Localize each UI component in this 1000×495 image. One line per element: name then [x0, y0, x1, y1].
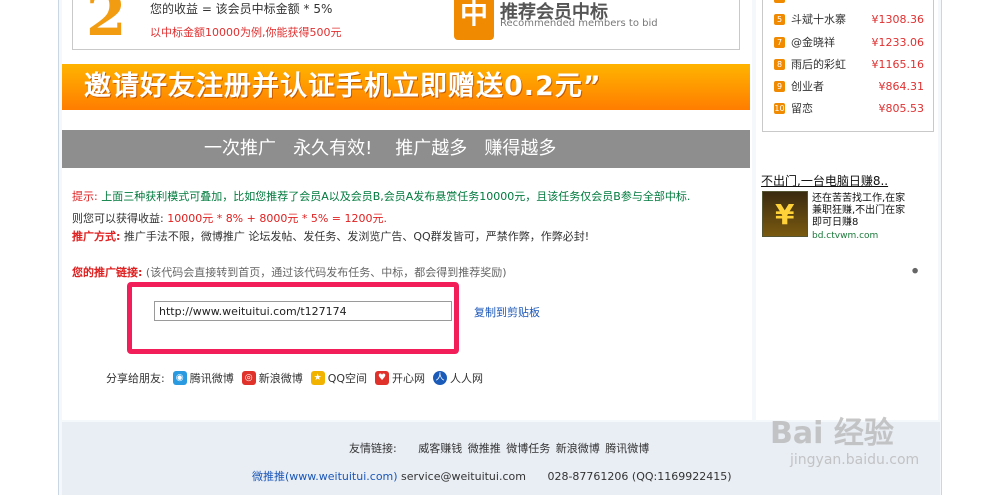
rank-name: 斗斌十水寨	[791, 13, 846, 26]
share-sina-weibo[interactable]: ◎ 新浪微博	[241, 370, 303, 386]
share-item-label: 人人网	[450, 372, 484, 385]
ranking-cutoff-row	[774, 0, 924, 4]
ad-url[interactable]: bd.ctvwm.com	[812, 231, 878, 241]
kaixin-icon: ♥	[375, 371, 390, 385]
rank-amount: ¥1233.06	[871, 35, 925, 49]
rank-amount: ¥805.53	[878, 101, 925, 115]
ranking-row[interactable]: 8 雨后的彩虹 ¥1165.16	[774, 53, 924, 75]
friend-links-label: 友情链接:	[349, 442, 397, 455]
footer-phone: 028-87761206 (QQ:1169922415)	[547, 470, 732, 483]
promo-link-label-row: 您的推广链接: (该代码会直接转到首页，通过该代码发布任务、中标，都会得到推荐奖…	[72, 264, 506, 280]
earn-prefix: 则您可以获得收益:	[72, 212, 168, 225]
renren-icon: 人	[433, 371, 448, 385]
share-tencent-weibo[interactable]: ◉ 腾讯微博	[172, 370, 234, 386]
share-item-label: 新浪微博	[258, 372, 303, 385]
rank-name: @金晓祥	[791, 36, 835, 49]
rank-number-icon: 7	[774, 36, 785, 48]
rank-name: 雨后的彩虹	[791, 58, 846, 71]
friend-link[interactable]: 腾讯微博	[605, 442, 649, 455]
footer-info: 微推推(www.weituitui.com) service@weituitui…	[252, 468, 732, 484]
rank-number-icon: 5	[774, 13, 785, 25]
ad-image[interactable]	[762, 191, 808, 237]
friend-link[interactable]: 威客赚钱	[418, 442, 462, 455]
baidu-watermark: Bai 经验	[770, 416, 894, 451]
promo-subtitle: Recommended members to bid	[500, 18, 658, 29]
earnings-step-number: 2	[86, 0, 127, 49]
rank-number-icon: 9	[774, 80, 785, 92]
invite-banner[interactable]: 邀请好友注册并认证手机立即赠送0.2元”	[62, 64, 750, 110]
rank-amount: ¥864.31	[878, 79, 925, 93]
rank-name: 留恋	[791, 102, 813, 115]
rank-amount: ¥1165.16	[871, 57, 925, 71]
promo-link-input[interactable]	[154, 301, 452, 321]
promo-badge-icon: 中	[454, 0, 494, 40]
ranking-row[interactable]: 10 留恋 ¥805.53	[774, 97, 924, 119]
share-row: 分享给朋友: ◉ 腾讯微博 ◎ 新浪微博 ★ QQ空间 ♥ 开心网 人 人人网	[106, 370, 491, 386]
friend-link[interactable]: 新浪微博	[556, 442, 600, 455]
promo-link-note: (该代码会直接转到首页，通过该代码发布任务、中标，都会得到推荐奖励)	[142, 266, 507, 279]
rank-number-icon: 8	[774, 58, 785, 70]
rank-name: 创业者	[791, 80, 824, 93]
share-label: 分享给朋友:	[106, 372, 165, 385]
sina-weibo-icon: ◎	[241, 371, 256, 385]
method-line: 推广方式: 推广手法不限，微博推广 论坛发帖、发任务、发浏览广告、QQ群发皆可，…	[72, 228, 589, 244]
rank-number-icon	[774, 0, 785, 3]
share-item-label: 开心网	[392, 372, 426, 385]
slogan-bar: 一次推广 永久有效! 推广越多 赚得越多	[62, 130, 750, 168]
earnings-formula: 您的收益 = 该会员中标金额 * 5%	[150, 2, 333, 16]
share-renren[interactable]: 人 人人网	[433, 370, 483, 386]
copy-to-clipboard-link[interactable]: 复制到剪贴板	[474, 304, 540, 320]
qzone-icon: ★	[310, 371, 325, 385]
footer-site-link[interactable]: 微推推(www.weituitui.com)	[252, 470, 398, 483]
share-item-label: QQ空间	[327, 372, 368, 385]
ranking-row[interactable]: 5 斗斌十水寨 ¥1308.36	[774, 8, 924, 30]
share-kaixin[interactable]: ♥ 开心网	[375, 370, 425, 386]
method-label: 推广方式:	[72, 230, 121, 243]
ranking-row[interactable]: 7 @金晓祥 ¥1233.06	[774, 31, 924, 53]
friend-link[interactable]: 微推推	[468, 442, 501, 455]
method-text: 推广手法不限，微博推广 论坛发帖、发任务、发浏览广告、QQ群发皆可，严禁作弊，作…	[120, 230, 590, 243]
share-qzone[interactable]: ★ QQ空间	[310, 370, 368, 386]
rank-number-icon: 10	[774, 102, 785, 114]
rank-amount: ¥1308.36	[871, 12, 925, 26]
promo-link-label: 您的推广链接:	[72, 266, 143, 279]
baidu-watermark-url: jingyan.baidu.com	[790, 452, 920, 468]
tip-text: 上面三种获利模式可叠加，比如您推荐了会员A以及会员B,会员A发布悬赏任务1000…	[97, 190, 691, 203]
earnings-example: 以中标金额10000为例,你能获得500元	[150, 26, 342, 39]
earn-formula: 10000元 * 8% + 8000元 * 5% = 1200元.	[167, 212, 387, 225]
friend-link[interactable]: 微博任务	[506, 442, 550, 455]
earn-line: 则您可以获得收益: 10000元 * 8% + 8000元 * 5% = 120…	[72, 210, 387, 226]
paw-icon: ⚫	[910, 264, 921, 278]
ad-text[interactable]: 还在苦苦找工作,在家兼职狂赚,不出门在家即可日赚8	[812, 193, 912, 229]
friend-links: 友情链接: 威客赚钱 微推推 微博任务 新浪微博 腾讯微博	[349, 440, 651, 456]
tip-prefix: 提示:	[72, 190, 98, 203]
share-item-label: 腾讯微博	[189, 372, 234, 385]
ad-title-link[interactable]: 不出门,一台电脑日赚8..	[761, 172, 888, 189]
tencent-weibo-icon: ◉	[172, 371, 187, 385]
ranking-row[interactable]: 9 创业者 ¥864.31	[774, 75, 924, 97]
tip-line: 提示: 上面三种获利模式可叠加，比如您推荐了会员A以及会员B,会员A发布悬赏任务…	[72, 188, 690, 204]
footer-email: service@weituitui.com	[397, 470, 526, 483]
